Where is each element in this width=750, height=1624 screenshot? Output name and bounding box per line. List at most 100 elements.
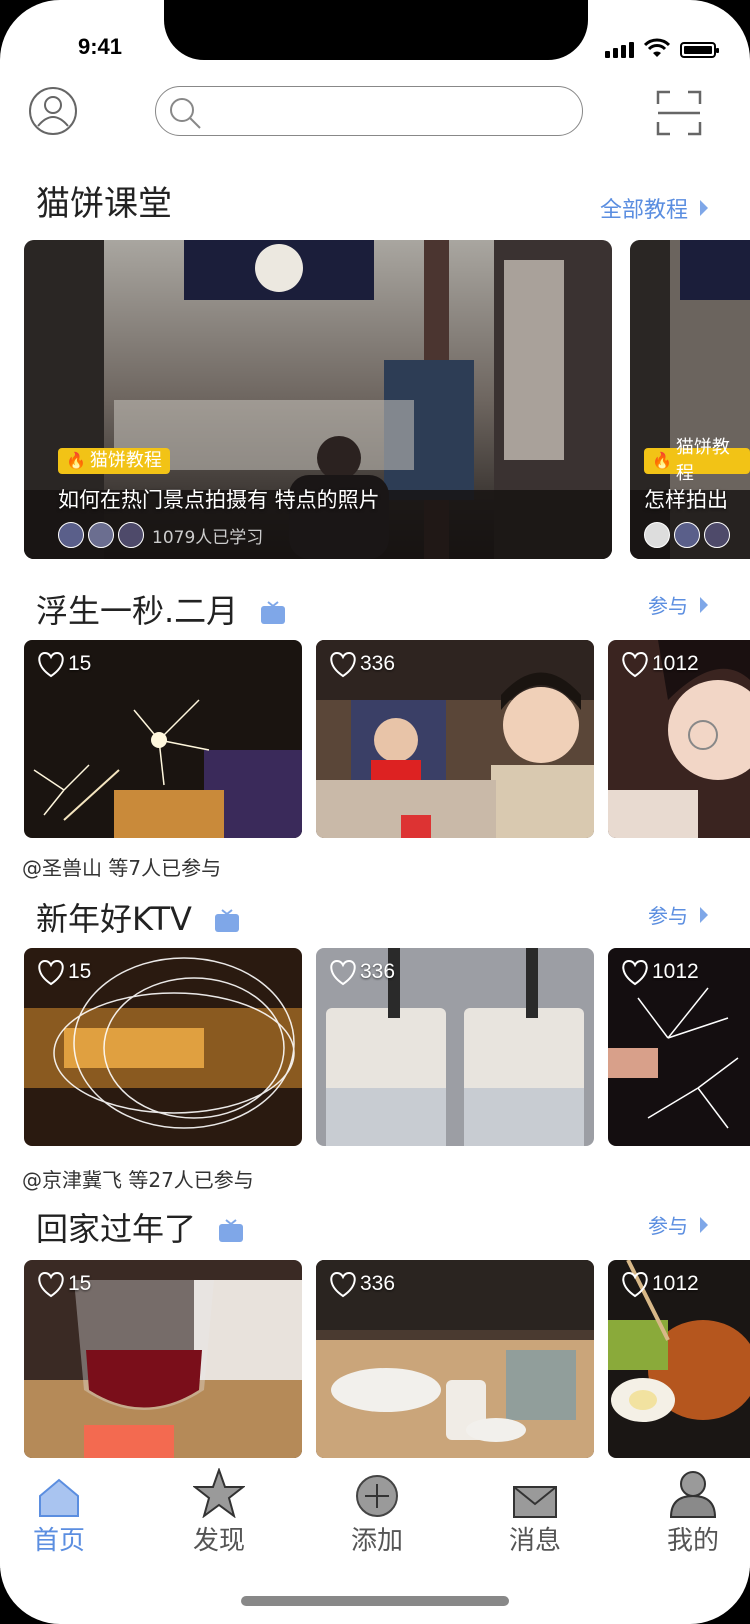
tutorial-title: 怎样拍出 xyxy=(644,488,728,512)
likes: 1012 xyxy=(620,650,699,678)
like-count: 1012 xyxy=(652,1272,699,1295)
tab-messages[interactable]: 消息 xyxy=(480,1466,590,1557)
learners-count: 1079人已学习 xyxy=(152,527,264,548)
tutorial-tag: 🔥 猫饼教程 xyxy=(644,437,750,484)
tv-icon xyxy=(219,1219,244,1242)
learners-row: 1079人已学习 xyxy=(58,522,263,548)
person-icon xyxy=(669,1471,717,1518)
tab-label: 首页 xyxy=(32,1526,85,1556)
join-label: 参与 xyxy=(648,1214,688,1238)
star-icon xyxy=(193,1468,245,1518)
like-count: 1012 xyxy=(652,652,699,675)
tutorial-title: 如何在热门景点拍摄有 特点的照片 xyxy=(58,488,380,512)
join-label: 参与 xyxy=(648,594,688,618)
participants-text[interactable]: @圣兽山 等7人已参与 xyxy=(22,852,221,881)
all-tutorials-link[interactable]: 全部教程 xyxy=(600,192,708,224)
tab-home[interactable]: 首页 xyxy=(4,1466,114,1557)
heart-icon[interactable] xyxy=(620,1270,650,1298)
all-tutorials-label: 全部教程 xyxy=(599,198,688,223)
tab-discover[interactable]: 发现 xyxy=(164,1466,274,1557)
tutorial-tag-label: 猫饼教程 xyxy=(675,437,730,484)
tutorial-tag-label: 猫饼教程 xyxy=(89,450,162,471)
photo-card[interactable]: 336 xyxy=(316,640,594,838)
photo-card[interactable]: 15 xyxy=(24,948,302,1146)
likes: 15 xyxy=(36,650,91,678)
avatar xyxy=(58,522,84,548)
status-icons xyxy=(605,38,719,58)
tv-icon xyxy=(215,909,240,932)
photo-card[interactable]: 1012 xyxy=(608,1260,750,1458)
avatar xyxy=(118,522,144,548)
likes: 1012 xyxy=(620,958,699,986)
participants-text[interactable]: @京津冀飞 等27人已参与 xyxy=(22,1164,254,1193)
topic-title-text: 新年好KTV xyxy=(36,900,192,938)
topic-title-text: 浮生一秒.二月 xyxy=(36,592,239,630)
photo-card[interactable]: 336 xyxy=(316,948,594,1146)
likes: 15 xyxy=(36,1270,91,1298)
status-time: 9:41 xyxy=(78,34,123,59)
plus-circle-icon xyxy=(356,1475,398,1517)
fire-icon: 🔥 xyxy=(66,451,86,470)
join-link[interactable]: 参与 xyxy=(648,1210,708,1239)
photo-card[interactable]: 15 xyxy=(24,640,302,838)
learners-row xyxy=(644,522,734,548)
tutorial-tag: 🔥 猫饼教程 xyxy=(58,448,170,474)
avatar xyxy=(88,522,114,548)
tab-add[interactable]: 添加 xyxy=(322,1466,432,1557)
chevron-right-icon xyxy=(700,200,708,216)
search-input[interactable] xyxy=(155,86,583,136)
like-count: 336 xyxy=(360,1272,396,1295)
phone-screen: 9:41 猫饼课堂 全部教程 🔥 猫饼教程 如何在热门景点拍摄有 特点的照片 1… xyxy=(0,0,750,1624)
top-bar xyxy=(0,84,750,140)
chevron-right-icon xyxy=(700,906,708,923)
topic-title: 新年好KTV xyxy=(36,894,240,940)
likes: 15 xyxy=(36,958,91,986)
scan-icon[interactable] xyxy=(656,90,702,136)
mail-icon xyxy=(513,1486,557,1518)
tab-label: 添加 xyxy=(350,1526,403,1556)
avatar xyxy=(704,522,730,548)
profile-icon[interactable] xyxy=(28,86,78,136)
fire-icon: 🔥 xyxy=(652,451,672,470)
like-count: 1012 xyxy=(652,960,699,983)
topic-title: 回家过年了 xyxy=(36,1204,244,1250)
like-count: 336 xyxy=(360,652,396,675)
avatar xyxy=(644,522,670,548)
like-count: 15 xyxy=(68,1272,92,1295)
notch xyxy=(164,0,588,60)
tab-label: 消息 xyxy=(508,1526,561,1556)
like-count: 15 xyxy=(68,960,92,983)
search-icon xyxy=(170,98,201,129)
like-count: 15 xyxy=(68,652,92,675)
tv-icon xyxy=(261,601,286,624)
photo-card[interactable]: 1012 xyxy=(608,640,750,838)
heart-icon[interactable] xyxy=(36,650,66,678)
heart-icon[interactable] xyxy=(36,1270,66,1298)
chevron-right-icon xyxy=(700,596,708,613)
signal-icon xyxy=(605,42,634,58)
heart-icon[interactable] xyxy=(620,650,650,678)
heart-icon[interactable] xyxy=(328,1270,358,1298)
likes: 336 xyxy=(328,958,395,986)
tab-label: 发现 xyxy=(192,1526,245,1556)
heart-icon[interactable] xyxy=(328,958,358,986)
join-link[interactable]: 参与 xyxy=(648,900,708,929)
tutorials-title: 猫饼课堂 xyxy=(36,184,172,224)
home-indicator[interactable] xyxy=(241,1596,509,1606)
likes: 1012 xyxy=(620,1270,699,1298)
tab-me[interactable]: 我的 xyxy=(638,1466,748,1557)
heart-icon[interactable] xyxy=(620,958,650,986)
likes: 336 xyxy=(328,1270,395,1298)
tutorial-card[interactable]: 🔥 猫饼教程 怎样拍出 xyxy=(630,240,750,559)
join-link[interactable]: 参与 xyxy=(648,590,708,619)
avatar xyxy=(674,522,700,548)
photo-card[interactable]: 15 xyxy=(24,1260,302,1458)
likes: 336 xyxy=(328,650,395,678)
heart-icon[interactable] xyxy=(328,650,358,678)
chevron-right-icon xyxy=(700,1216,708,1233)
tutorial-card[interactable]: 🔥 猫饼教程 如何在热门景点拍摄有 特点的照片 1079人已学习 xyxy=(24,240,612,559)
photo-card[interactable]: 336 xyxy=(316,1260,594,1458)
wifi-icon xyxy=(644,38,670,57)
photo-card[interactable]: 1012 xyxy=(608,948,750,1146)
heart-icon[interactable] xyxy=(36,958,66,986)
